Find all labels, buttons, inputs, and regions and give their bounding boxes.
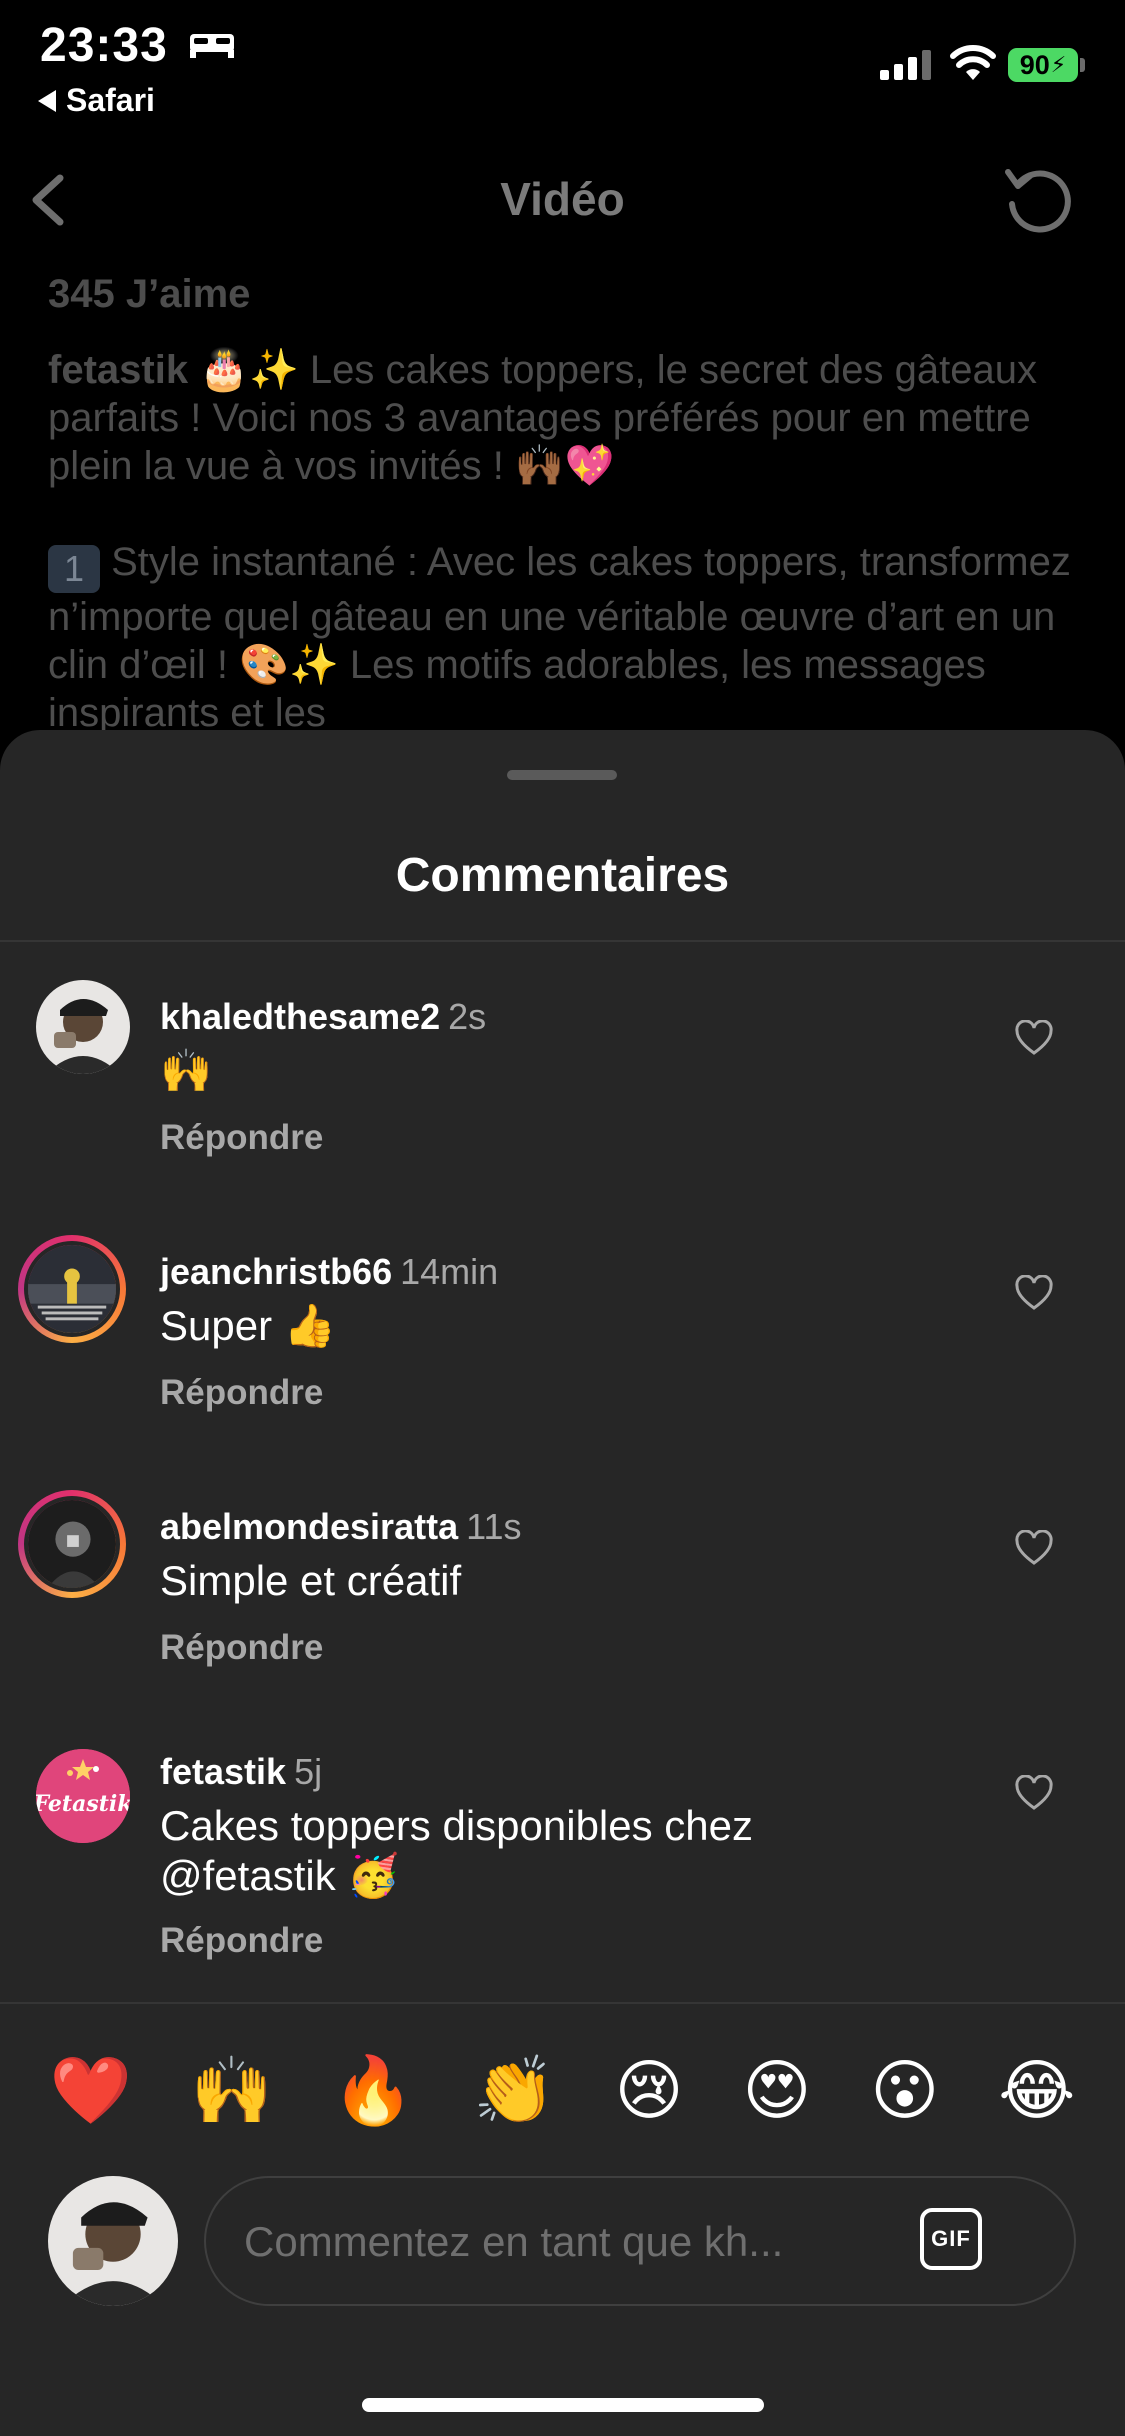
reply-button[interactable]: Répondre	[160, 1921, 323, 1961]
battery-level: 90	[1019, 49, 1050, 80]
header-divider	[0, 940, 1125, 942]
status-bar: 23:33 Safari 90 ⚡	[0, 0, 1125, 130]
reply-button[interactable]: Répondre	[160, 1628, 323, 1668]
comment-placeholder: Commentez en tant que kh...	[244, 2218, 784, 2265]
comment-username[interactable]: khaledthesame2 2s	[160, 996, 486, 1038]
comment-time: 2s	[448, 996, 487, 1037]
comment-username[interactable]: jeanchristb66 14min	[160, 1251, 498, 1293]
avatar-image	[24, 1496, 120, 1592]
comment-input[interactable]: Commentez en tant que kh... GIF	[204, 2176, 1076, 2306]
gif-button[interactable]: GIF	[920, 2208, 982, 2270]
comment-username[interactable]: abelmondesiratta 11s	[160, 1506, 521, 1548]
reply-button[interactable]: Répondre	[160, 1118, 323, 1158]
bed-icon	[190, 34, 234, 58]
back-app-label: Safari	[66, 82, 155, 118]
post-caption-area: 345 J’aime fetastik 🎂✨ Les cakes toppers…	[48, 270, 1078, 737]
heart-icon[interactable]	[1014, 1020, 1054, 1056]
comment-time: 14min	[400, 1251, 499, 1292]
back-to-app-button[interactable]: Safari	[38, 82, 155, 119]
comments-sheet: Commentaires khaledthesame2 2s 🙌 Répondre	[0, 730, 1125, 2436]
status-time: 23:33	[40, 19, 168, 72]
reaction-clap-button[interactable]: 👏	[473, 2057, 555, 2123]
caption-point: 1 Style instantané : Avec les cakes topp…	[48, 538, 1078, 737]
reaction-heart-eyes-button[interactable]: 😍	[742, 2057, 811, 2123]
avatar[interactable]	[36, 980, 130, 1074]
comment-text: 🙌	[160, 1047, 213, 1094]
comment-username[interactable]: fetastik 5j	[160, 1751, 322, 1793]
point-text: Style instantané : Avec les cakes topper…	[48, 540, 1071, 735]
wifi-icon	[950, 45, 996, 80]
refresh-icon[interactable]	[1000, 162, 1080, 242]
reaction-heart-button[interactable]: ❤️	[50, 2057, 132, 2123]
comment-text: Simple et créatif	[160, 1557, 462, 1604]
caption-text: 🎂✨ Les cakes toppers, le secret des gâte…	[48, 348, 1037, 488]
avatar-image	[48, 2176, 178, 2306]
reaction-surprised-button[interactable]: 😮	[870, 2057, 939, 2123]
fetastik-logo-avatar[interactable]: Fetastik	[36, 1749, 130, 1843]
avatar[interactable]	[18, 1235, 126, 1343]
reaction-raising-hands-button[interactable]: 🙌	[191, 2057, 273, 2123]
home-indicator[interactable]	[362, 2398, 764, 2412]
heart-icon[interactable]	[1014, 1775, 1054, 1811]
post-author[interactable]: fetastik	[48, 348, 188, 392]
comment-time: 11s	[466, 1506, 522, 1547]
comment-composer: Commentez en tant que kh... GIF	[0, 2176, 1125, 2316]
post-caption: fetastik 🎂✨ Les cakes toppers, le secret…	[48, 346, 1078, 490]
reaction-crying-button[interactable]: 😢	[615, 2057, 684, 2123]
avatar-image	[36, 980, 130, 1074]
likes-count: 345 J’aime	[48, 272, 251, 316]
reaction-laughing-button[interactable]: 😂	[998, 2057, 1075, 2123]
battery-tip	[1080, 58, 1085, 72]
battery-indicator: 90 ⚡	[1008, 48, 1078, 82]
comment-time: 5j	[294, 1751, 323, 1792]
navigation-bar: Vidéo	[0, 150, 1125, 250]
avatar-image	[24, 1241, 120, 1337]
reply-button[interactable]: Répondre	[160, 1373, 323, 1413]
cellular-signal-icon	[880, 50, 931, 80]
page-title: Vidéo	[500, 173, 625, 225]
number-badge: 1	[48, 545, 100, 593]
back-triangle-icon	[38, 89, 56, 112]
reactions-divider	[0, 2002, 1125, 2004]
sheet-grabber[interactable]	[507, 770, 617, 780]
avatar-image: Fetastik	[36, 1749, 130, 1843]
comment-text: Super 👍	[160, 1302, 337, 1349]
quick-reactions-bar: ❤️ 🙌 🔥 👏 😢 😍 😮 😂	[0, 2040, 1125, 2140]
comment-text: Cakes toppers disponibles chez @fetastik…	[160, 1802, 754, 1899]
current-user-avatar	[48, 2176, 178, 2306]
svg-text:Fetastik: Fetastik	[36, 1791, 130, 1817]
heart-icon[interactable]	[1014, 1530, 1054, 1566]
reaction-fire-button[interactable]: 🔥	[332, 2057, 414, 2123]
heart-icon[interactable]	[1014, 1275, 1054, 1311]
avatar[interactable]	[18, 1490, 126, 1598]
sheet-title: Commentaires	[395, 849, 730, 902]
